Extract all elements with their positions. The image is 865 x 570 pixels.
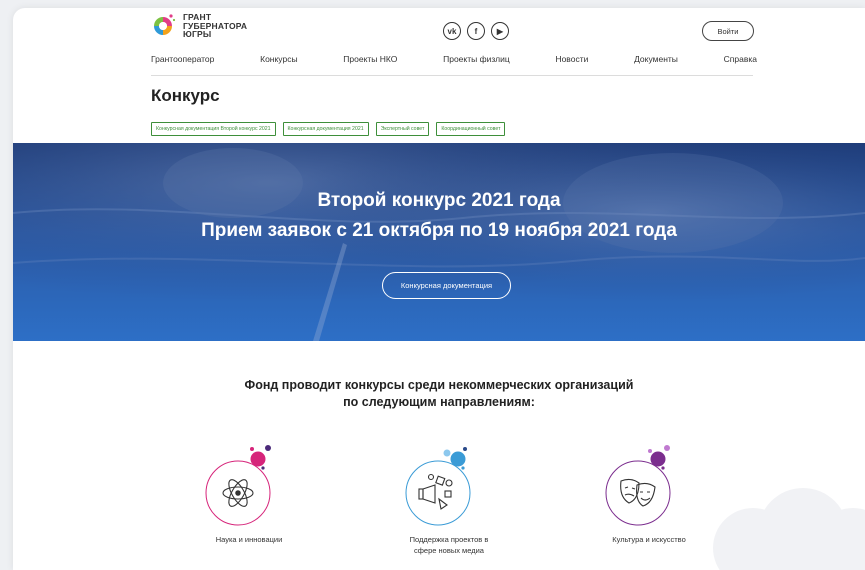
- hero-banner: Второй конкурс 2021 года Прием заявок с …: [13, 143, 865, 341]
- site-header: ГРАНТ ГУБЕРНАТОРА ЮГРЫ vk f ▶ Войти Гран…: [13, 8, 865, 143]
- direction-new-media[interactable]: Поддержка проектов в сфере новых медиа: [379, 441, 519, 555]
- social-links: vk f ▶: [443, 22, 509, 40]
- nav-item-help[interactable]: Справка: [724, 54, 757, 64]
- vk-icon[interactable]: vk: [443, 22, 461, 40]
- facebook-icon[interactable]: f: [467, 22, 485, 40]
- logo[interactable]: ГРАНТ ГУБЕРНАТОРА ЮГРЫ: [149, 12, 247, 40]
- nav-item-individual-projects[interactable]: Проекты физлиц: [443, 54, 510, 64]
- page-title: Конкурс: [151, 86, 220, 105]
- tag-docs-second-contest-2021[interactable]: Конкурсная документация Второй конкурс 2…: [151, 122, 276, 136]
- directions-intro: Фонд проводит конкурсы среди некоммерчес…: [13, 377, 865, 411]
- nav-item-documents[interactable]: Документы: [634, 54, 678, 64]
- intro-line-1: Фонд проводит конкурсы среди некоммерчес…: [244, 378, 634, 392]
- tag-links: Конкурсная документация Второй конкурс 2…: [151, 122, 506, 136]
- nav-item-news[interactable]: Новости: [555, 54, 588, 64]
- direction-label-line-2: сфере новых медиа: [414, 546, 484, 555]
- hero-title: Второй конкурс 2021 года: [317, 190, 561, 211]
- tag-docs-2021[interactable]: Конкурсная документация 2021: [282, 122, 369, 136]
- media-icon: [405, 447, 471, 526]
- nav-divider: [151, 75, 753, 76]
- logo-icon: [154, 14, 176, 35]
- youtube-icon[interactable]: ▶: [491, 22, 509, 40]
- direction-label-line-1: Поддержка проектов в: [409, 535, 489, 544]
- intro-line-2: по следующим направлениям:: [343, 395, 535, 409]
- page: ГРАНТ ГУБЕРНАТОРА ЮГРЫ vk f ▶ Войти Гран…: [13, 8, 865, 570]
- login-button[interactable]: Войти: [702, 21, 754, 41]
- direction-label: Поддержка проектов в сфере новых медиа: [379, 534, 519, 556]
- nav-item-contests[interactable]: Конкурсы: [260, 54, 297, 64]
- main-nav: Грантооператор Конкурсы Проекты НКО Прое…: [151, 54, 757, 64]
- tag-coordination-council[interactable]: Координационный совет: [436, 122, 506, 136]
- direction-label: Наука и инновации: [179, 534, 319, 545]
- hero-background-image: [13, 143, 865, 341]
- decorative-clouds: [713, 488, 865, 570]
- direction-science[interactable]: Наука и инновации: [179, 441, 319, 544]
- direction-label-line-1: Наука и инновации: [215, 535, 283, 544]
- atom-icon: [205, 445, 271, 526]
- hero-subtitle: Прием заявок с 21 октября по 19 ноября 2…: [201, 220, 677, 241]
- contest-documentation-button[interactable]: Конкурсная документация: [382, 272, 511, 299]
- nav-item-grantoperator[interactable]: Грантооператор: [151, 54, 214, 64]
- nav-item-nko-projects[interactable]: Проекты НКО: [343, 54, 397, 64]
- logo-line-3: ЮГРЫ: [183, 29, 212, 40]
- tag-expert-council[interactable]: Экспертный совет: [375, 122, 430, 136]
- logo-text: ГРАНТ ГУБЕРНАТОРА ЮГРЫ: [183, 13, 247, 39]
